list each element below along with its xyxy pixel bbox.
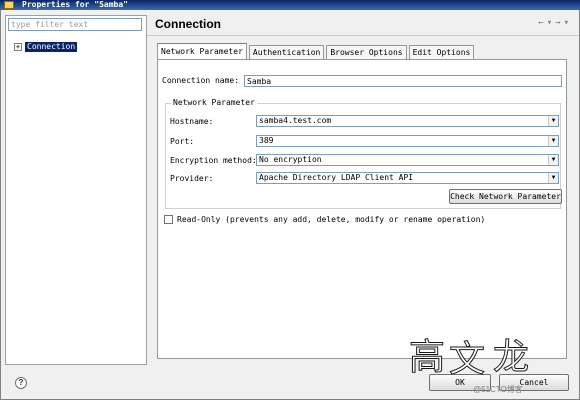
chevron-down-icon[interactable]: ▼	[548, 116, 558, 126]
network-parameter-group: Network Parameter Hostname: samba4.test.…	[165, 98, 562, 209]
cancel-button[interactable]: Cancel	[499, 374, 569, 391]
group-title: Network Parameter	[171, 98, 257, 108]
chevron-down-icon[interactable]: ▼	[548, 136, 558, 146]
port-combo[interactable]: 389 ▼	[256, 135, 559, 147]
connection-name-label: Connection name:	[162, 76, 240, 85]
forward-dropdown-icon[interactable]: ▾	[564, 18, 569, 28]
chevron-down-icon[interactable]: ▼	[548, 173, 558, 183]
tab-strip: Network Parameter Authentication Browser…	[157, 43, 476, 59]
forward-arrow-icon[interactable]: →	[555, 18, 560, 28]
page-content: Connection ← ▾ → ▾ Network Parameter Aut…	[147, 10, 579, 367]
tree-item-label[interactable]: Connection	[25, 41, 78, 52]
encryption-method-combo[interactable]: No encryption ▼	[256, 154, 559, 166]
provider-label: Provider:	[170, 174, 214, 183]
filter-input[interactable]	[8, 18, 142, 31]
back-arrow-icon[interactable]: ←	[538, 18, 543, 28]
port-value: 389	[259, 136, 274, 145]
tab-authentication[interactable]: Authentication	[248, 45, 325, 59]
provider-combo[interactable]: Apache Directory LDAP Client API ▼	[256, 172, 559, 184]
tab-edit-options[interactable]: Edit Options	[408, 45, 475, 59]
window-icon	[4, 1, 14, 9]
back-dropdown-icon[interactable]: ▾	[547, 18, 552, 28]
network-parameter-panel: Connection name: Network Parameter Hostn…	[157, 59, 567, 359]
page-title: Connection	[155, 17, 221, 31]
window-title: Properties for "Samba"	[22, 0, 128, 9]
encryption-method-label: Encryption method:	[170, 156, 257, 165]
hostname-combo[interactable]: samba4.test.com ▼	[256, 115, 559, 127]
read-only-checkbox[interactable]	[164, 215, 173, 224]
hostname-value: samba4.test.com	[259, 116, 332, 125]
chevron-down-icon[interactable]: ▼	[548, 155, 558, 165]
hostname-label: Hostname:	[170, 117, 214, 126]
connection-name-input[interactable]	[244, 75, 562, 87]
expand-icon[interactable]: +	[14, 42, 22, 51]
encryption-method-value: No encryption	[259, 155, 322, 164]
history-navigation: ← ▾ → ▾	[538, 18, 569, 28]
tree-item-connection[interactable]: + Connection	[14, 41, 78, 52]
check-network-parameter-button[interactable]: Check Network Parameter	[449, 189, 562, 204]
read-only-label[interactable]: Read-Only (prevents any add, delete, mod…	[177, 215, 485, 225]
help-icon[interactable]: ?	[15, 377, 27, 389]
tab-browser-options[interactable]: Browser Options	[326, 45, 407, 59]
title-divider	[147, 35, 579, 36]
port-label: Port:	[170, 137, 195, 146]
provider-value: Apache Directory LDAP Client API	[259, 173, 414, 182]
tab-network-parameter[interactable]: Network Parameter	[157, 43, 247, 59]
properties-dialog: + Connection Connection ← ▾ → ▾ Network …	[0, 10, 580, 400]
ok-button[interactable]: OK	[429, 374, 491, 391]
window-titlebar: Properties for "Samba"	[0, 0, 580, 10]
navigation-tree-panel: + Connection	[5, 15, 147, 365]
